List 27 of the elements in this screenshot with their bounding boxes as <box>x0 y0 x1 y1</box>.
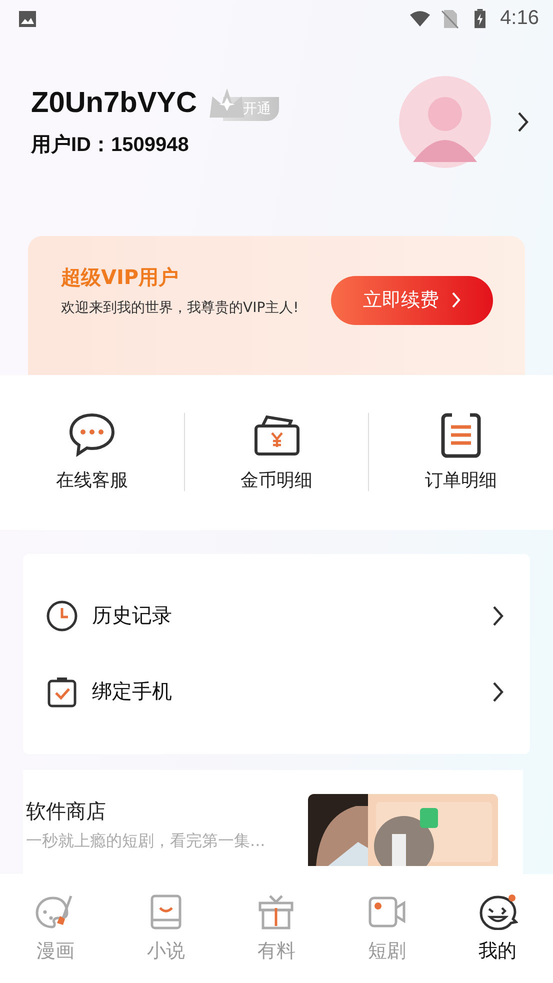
menu-item[interactable]: 绑定手机 <box>23 654 530 730</box>
menu-item[interactable]: 历史记录 <box>23 578 530 654</box>
tab[interactable]: 我的 <box>442 894 553 964</box>
quick-action[interactable]: 订单明细 <box>369 412 553 492</box>
quick-action[interactable]: 金币明细 <box>184 412 368 492</box>
chevron-right-icon <box>492 680 504 703</box>
user-id: 用户ID：1509948 <box>31 132 190 158</box>
gift-icon <box>256 894 296 930</box>
status-time: 4:16 <box>500 7 539 30</box>
vip-message: 欢迎来到我的世界，我尊贵的VIP主人! <box>61 298 299 317</box>
store-card[interactable]: 软件商店 一秒就上瘾的短剧，看完第一集... <box>23 770 523 874</box>
store-subtitle: 一秒就上瘾的短剧，看完第一集... <box>26 830 266 852</box>
chat-bubble-icon <box>68 412 116 458</box>
clipboard-check-icon <box>46 676 78 708</box>
smiley-face-icon <box>478 894 518 930</box>
chevron-right-icon <box>492 604 504 627</box>
renew-button[interactable]: 立即续费 <box>331 276 493 325</box>
no-sim-icon <box>440 8 460 29</box>
chevron-right-icon[interactable] <box>517 110 529 133</box>
store-title: 软件商店 <box>26 798 107 825</box>
vip-title: 超级VIP用户 <box>61 264 180 291</box>
chevron-right-icon <box>451 291 461 310</box>
username: Z0Un7bVYC <box>31 86 197 120</box>
image-notification-icon <box>18 8 38 29</box>
quick-action[interactable]: 在线客服 <box>0 412 184 492</box>
wifi-icon <box>410 8 430 29</box>
clock-icon <box>46 600 78 632</box>
